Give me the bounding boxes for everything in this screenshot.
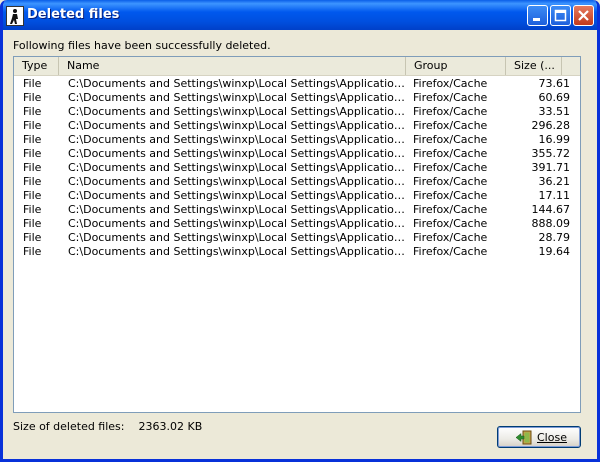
close-icon: [578, 10, 589, 21]
table-row[interactable]: File C:\Documents and Settings\winxp\Loca…: [14, 133, 580, 147]
total-size-label: Size of deleted files:: [13, 420, 125, 433]
total-size-value: 2363.02 KB: [138, 420, 203, 433]
status-message: Following files have been successfully d…: [13, 39, 271, 52]
cell-group: Firefox/Cache: [413, 147, 488, 160]
cell-type: File: [23, 175, 42, 188]
app-icon: [6, 6, 24, 26]
list-rows: File C:\Documents and Settings\winxp\Loca…: [14, 77, 580, 259]
column-header-size[interactable]: Size (...: [506, 57, 562, 75]
cell-size: 144.67: [531, 203, 571, 216]
cell-type: File: [23, 217, 42, 230]
close-button[interactable]: Close: [497, 426, 581, 448]
table-row[interactable]: File C:\Documents and Settings\winxp\Loca…: [14, 217, 580, 231]
table-row[interactable]: File C:\Documents and Settings\winxp\Loca…: [14, 189, 580, 203]
cell-group: Firefox/Cache: [413, 161, 488, 174]
cell-type: File: [23, 245, 42, 258]
cell-name: C:\Documents and Settings\winxp\Local Se…: [68, 91, 408, 104]
cell-type: File: [23, 77, 42, 90]
column-header-name[interactable]: Name: [59, 57, 406, 75]
deleted-files-list[interactable]: Type Name Group Size (... File C:\Documen…: [13, 56, 581, 413]
cell-type: File: [23, 161, 42, 174]
cell-group: Firefox/Cache: [413, 217, 488, 230]
cell-name: C:\Documents and Settings\winxp\Local Se…: [68, 245, 408, 258]
cell-size: 73.61: [538, 77, 571, 90]
cell-type: File: [23, 189, 42, 202]
deleted-files-window: Deleted files Following files have been …: [0, 0, 600, 462]
cell-group: Firefox/Cache: [413, 77, 488, 90]
cell-size: 28.79: [538, 231, 571, 244]
cell-group: Firefox/Cache: [413, 91, 488, 104]
cell-size: 391.71: [531, 161, 571, 174]
column-header-type[interactable]: Type: [14, 57, 59, 75]
maximize-button[interactable]: [550, 5, 571, 26]
table-row[interactable]: File C:\Documents and Settings\winxp\Loca…: [14, 119, 580, 133]
table-row[interactable]: File C:\Documents and Settings\winxp\Loca…: [14, 161, 580, 175]
cell-type: File: [23, 119, 42, 132]
cell-group: Firefox/Cache: [413, 119, 488, 132]
table-row[interactable]: File C:\Documents and Settings\winxp\Loca…: [14, 245, 580, 259]
cell-size: 60.69: [538, 91, 571, 104]
column-header-group[interactable]: Group: [406, 57, 506, 75]
table-row[interactable]: File C:\Documents and Settings\winxp\Loca…: [14, 147, 580, 161]
table-row[interactable]: File C:\Documents and Settings\winxp\Loca…: [14, 105, 580, 119]
cell-size: 17.11: [538, 189, 571, 202]
cell-group: Firefox/Cache: [413, 175, 488, 188]
table-row[interactable]: File C:\Documents and Settings\winxp\Loca…: [14, 91, 580, 105]
cell-name: C:\Documents and Settings\winxp\Local Se…: [68, 105, 408, 118]
exit-door-icon: [515, 430, 532, 445]
cell-group: Firefox/Cache: [413, 203, 488, 216]
table-row[interactable]: File C:\Documents and Settings\winxp\Loca…: [14, 231, 580, 245]
table-row[interactable]: File C:\Documents and Settings\winxp\Loca…: [14, 175, 580, 189]
close-button-label: Close: [537, 431, 567, 444]
cell-name: C:\Documents and Settings\winxp\Local Se…: [68, 133, 408, 146]
table-row[interactable]: File C:\Documents and Settings\winxp\Loca…: [14, 203, 580, 217]
cell-group: Firefox/Cache: [413, 133, 488, 146]
cell-size: 296.28: [531, 119, 571, 132]
close-window-button[interactable]: [573, 5, 594, 26]
title-bar[interactable]: Deleted files: [3, 0, 597, 30]
cell-type: File: [23, 147, 42, 160]
cell-name: C:\Documents and Settings\winxp\Local Se…: [68, 77, 408, 90]
cell-name: C:\Documents and Settings\winxp\Local Se…: [68, 175, 408, 188]
cell-type: File: [23, 91, 42, 104]
cell-type: File: [23, 105, 42, 118]
cell-name: C:\Documents and Settings\winxp\Local Se…: [68, 161, 408, 174]
cell-size: 19.64: [538, 245, 571, 258]
cell-size: 33.51: [538, 105, 571, 118]
minimize-icon: [533, 18, 540, 21]
cell-type: File: [23, 203, 42, 216]
cell-size: 888.09: [531, 217, 571, 230]
cell-size: 36.21: [538, 175, 571, 188]
cell-name: C:\Documents and Settings\winxp\Local Se…: [68, 231, 408, 244]
cell-name: C:\Documents and Settings\winxp\Local Se…: [68, 147, 408, 160]
cell-type: File: [23, 133, 42, 146]
cell-size: 16.99: [538, 133, 571, 146]
cell-group: Firefox/Cache: [413, 245, 488, 258]
window-title: Deleted files: [27, 7, 120, 22]
list-header: Type Name Group Size (...: [14, 57, 580, 76]
cell-type: File: [23, 231, 42, 244]
cell-group: Firefox/Cache: [413, 231, 488, 244]
minimize-button[interactable]: [527, 5, 548, 26]
cell-group: Firefox/Cache: [413, 105, 488, 118]
total-size: Size of deleted files: 2363.02 KB: [13, 420, 202, 433]
cell-name: C:\Documents and Settings\winxp\Local Se…: [68, 189, 408, 202]
cell-group: Firefox/Cache: [413, 189, 488, 202]
table-row[interactable]: File C:\Documents and Settings\winxp\Loca…: [14, 77, 580, 91]
cell-name: C:\Documents and Settings\winxp\Local Se…: [68, 119, 408, 132]
cell-name: C:\Documents and Settings\winxp\Local Se…: [68, 203, 408, 216]
cell-name: C:\Documents and Settings\winxp\Local Se…: [68, 217, 408, 230]
cell-size: 355.72: [531, 147, 571, 160]
